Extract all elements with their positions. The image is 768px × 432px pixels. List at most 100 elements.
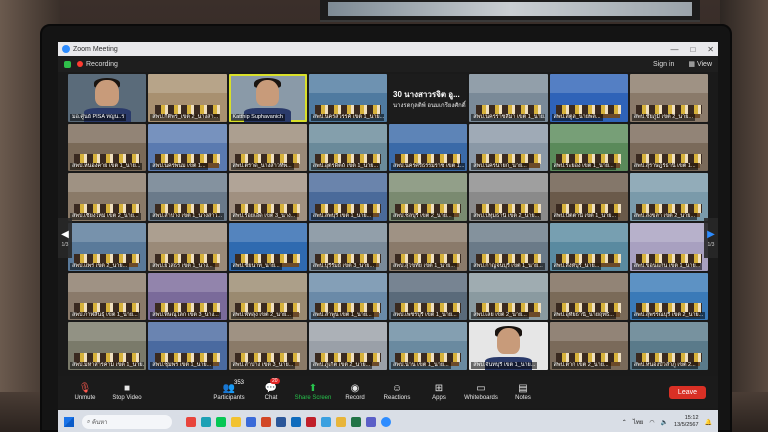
next-page-button[interactable]: ▶ 1/3 — [704, 218, 718, 258]
participant-video-tile[interactable]: สพป.สตูล_นายพล... — [549, 74, 628, 122]
participant-video-tile[interactable]: สพป.ลำปาง เขต 1_นางสาว... — [148, 173, 227, 221]
participant-name-label: สพป.ภูเก็ต เขต 2_นาย... — [310, 362, 373, 369]
leave-button[interactable]: Leave — [668, 385, 706, 399]
participant-video-tile[interactable]: สพป.นครพนม เขต 1... — [148, 123, 227, 172]
stop-video-button[interactable]: ■ Stop Video — [108, 378, 146, 406]
participant-video-tile[interactable]: สพป.น่าน เขต 1_นาย... — [389, 322, 468, 370]
participant-name-label: สพป.ชัยนาท_นาย... — [230, 262, 282, 270]
windows-start-icon[interactable] — [64, 417, 74, 427]
participant-video-tile[interactable]: สพป.กาญจนบุรี เขต 1_นาย... — [469, 223, 548, 271]
participant-video-tile[interactable]: สพป.สุโขทัย เขต 1_นาย... — [389, 223, 468, 271]
participant-video-tile[interactable]: สพป.นครศรีธรรมราช เขต 1... — [389, 123, 468, 172]
participant-video-tile[interactable]: สพป.อุทัยธานี_นายฤทธิ... — [549, 272, 628, 321]
wifi-icon[interactable]: ◠ — [649, 419, 654, 426]
maximize-button[interactable]: □ — [690, 45, 695, 54]
room-band — [148, 74, 227, 94]
participants-button[interactable]: 👥 353 Participants — [210, 378, 248, 406]
language-indicator[interactable]: ไทย — [633, 417, 644, 427]
participant-video-tile[interactable]: สพป.ระยอง เขต 1_นาย... — [549, 123, 628, 172]
participant-video-tile[interactable]: สพป.กาฬสินธุ์ เขต 1_นาย... — [68, 272, 147, 321]
notes-button[interactable]: ▤ Notes — [504, 378, 542, 406]
participant-video-tile[interactable]: สพป.พัทลุง เขต 2_นาย... — [228, 272, 307, 321]
participant-video-tile[interactable]: สพป.หนองคาย เขต 1_นาย... — [68, 123, 147, 172]
notes-icon: ▤ — [518, 383, 528, 394]
room-band — [68, 173, 147, 193]
participant-video-tile[interactable]: สพป.สุพรรณบุรี เขต 2_นาย... — [629, 272, 708, 321]
participant-video-tile[interactable]: สพป.ชลบุรี เขต 2_นาย... — [389, 173, 468, 221]
participant-video-tile[interactable]: สพป.สิงห์บุรี_นาย... — [549, 223, 628, 271]
participant-video-tile[interactable]: Katthip Suphavanich — [228, 74, 307, 122]
room-band — [629, 173, 708, 193]
chevron-up-icon[interactable]: ⌃ — [622, 419, 627, 426]
participant-video-tile[interactable]: สพป.หนองบัวลำภู เขต 2... — [629, 322, 708, 370]
chat-button[interactable]: 💬 20 Chat — [252, 378, 290, 406]
folder-icon[interactable] — [336, 417, 346, 427]
prev-page-button[interactable]: ◀ 1/3 — [58, 218, 72, 258]
participant-video-tile[interactable]: สพป.กิติพร_เขต 2_นางสา... — [148, 74, 227, 122]
chrome-icon[interactable] — [186, 417, 196, 427]
notification-icon[interactable]: 🔔 — [705, 419, 712, 426]
participant-video-tile[interactable]: สพป.มหาสารคาม เขต 1_นาย... — [68, 322, 147, 370]
participant-video-tile[interactable]: สพป.ปทุมธานี เขต 2_นาย... — [469, 173, 548, 221]
teams-icon[interactable] — [366, 417, 376, 427]
participant-video-tile[interactable]: สพป.ตราด_นางสาวทิพ... — [228, 123, 307, 172]
powerpoint-icon[interactable] — [261, 417, 271, 427]
participant-video-tile[interactable]: สพป.แพร่ เขต 2_นาย... — [68, 223, 147, 271]
participant-name-label: สพป.ร้อยเอ็ด เขต 3_นาง... — [230, 213, 298, 220]
whiteboards-button[interactable]: ▭ Whiteboards — [462, 378, 500, 406]
excel-icon[interactable] — [351, 417, 361, 427]
participant-video-tile[interactable]: สพป.สุราษฎร์ธานี เขต 1... — [629, 123, 708, 172]
room-band — [469, 123, 548, 143]
participant-video-tile[interactable]: สพป.ภูเก็ต เขต 2_นาย... — [308, 322, 387, 370]
zoom-icon[interactable] — [381, 417, 391, 427]
microphone-muted-icon: 🎙 — [78, 383, 92, 394]
volume-icon[interactable]: 🔈 — [661, 419, 668, 426]
participant-video-tile[interactable]: สพป.สงขลา เขต 2_นาย... — [629, 173, 708, 221]
sign-in-link[interactable]: Sign in — [653, 61, 674, 68]
file-explorer-icon[interactable] — [231, 417, 241, 427]
store-icon[interactable] — [246, 417, 256, 427]
edge-icon[interactable] — [201, 417, 211, 427]
participant-video-tile[interactable]: สพป.ยโสธร เขต 1_นาง... — [148, 223, 227, 271]
participant-video-tile[interactable]: สพป.อุตรดิตถ์ เขต 1_นาย... — [308, 123, 387, 172]
view-button[interactable]: ▦ View — [688, 60, 712, 68]
laptop-screen: Zoom Meeting — □ ✕ Recording Sign in ▦ V… — [58, 42, 718, 432]
line-icon[interactable] — [216, 417, 226, 427]
chevron-left-icon: ◀ — [61, 228, 69, 240]
outlook-icon[interactable] — [291, 417, 301, 427]
unmute-button[interactable]: 🎙 Unmute — [66, 378, 104, 406]
participant-video-tile[interactable]: สพป.เลย เขต 2_นาย... — [469, 272, 548, 321]
participant-video-tile[interactable]: สพป.นครสวรรค์ เขต 1_นาย... — [308, 74, 387, 122]
title-video-tile[interactable]: 30 นางสาวรจิต อู... นางรดกุลติพ์ อนมเกรีย… — [389, 74, 468, 122]
participant-video-tile[interactable]: สพป.ลำพูน เขต 1_นาย... — [308, 272, 387, 321]
participant-video-tile[interactable]: สพป.ลพบุรี เขต 1_นาย... — [308, 173, 387, 221]
share-screen-button[interactable]: ⬆ Share Screen — [294, 378, 332, 406]
security-shield-icon[interactable] — [64, 60, 71, 68]
participant-video-tile[interactable]: สพป.ชัยนาท_นาย... — [228, 223, 307, 271]
word-icon[interactable] — [276, 417, 286, 427]
close-button[interactable]: ✕ — [707, 45, 714, 54]
participant-video-tile[interactable]: สพป.บุรีรัมย์ เขต 3_นาย... — [308, 223, 387, 271]
participant-video-tile[interactable]: สพป.จันทบุรี เขต 1_นาย... — [469, 322, 548, 370]
reactions-button[interactable]: ☺ Reactions — [378, 378, 416, 406]
participant-video-tile[interactable]: สพป.เชียงใหม่ เขต 2_นาย... — [68, 173, 147, 221]
participant-video-tile[interactable]: สพป.ชุมพร เขต 1_นาย... — [148, 322, 227, 370]
participant-video-tile[interactable]: สพป.พิษณุโลก เขต 3_นาง... — [148, 272, 227, 321]
participant-video-tile[interactable]: มอ.ศูนย์ PISA ทญน..ร — [68, 74, 147, 122]
acrobat-icon[interactable] — [306, 417, 316, 427]
participant-video-tile[interactable]: สพป.นครนายก_นาย... — [469, 123, 548, 172]
participant-video-tile[interactable]: สพป.ขอนแก่น เขต 1_นาย... — [629, 223, 708, 271]
apps-button[interactable]: ⊞ Apps — [420, 378, 458, 406]
minimize-button[interactable]: — — [670, 45, 678, 54]
participant-video-tile[interactable]: สพป.ชัยภูมิ เขต 2_นาย... — [629, 74, 708, 122]
clock[interactable]: 15:12 13/5/2567 — [674, 415, 698, 429]
participant-video-tile[interactable]: สพป.ร้อยเอ็ด เขต 3_นาง... — [228, 173, 307, 221]
participant-video-tile[interactable]: สพป.ปัตตานี เขต 1_นาย... — [549, 173, 628, 221]
taskbar-search-input[interactable]: ⌕ ค้นหา — [82, 415, 172, 429]
participant-video-tile[interactable]: สพป.เพชรบุรี เขต 1_นาย... — [389, 272, 468, 321]
photos-icon[interactable] — [321, 417, 331, 427]
participant-video-tile[interactable]: สพป.ตาก เขต 2_นาย... — [549, 322, 628, 370]
participant-video-tile[interactable]: สพป.ลำปาง เขต 3_นาย... — [228, 322, 307, 370]
record-button[interactable]: ◉ Record — [336, 378, 374, 406]
participant-video-tile[interactable]: สพป.นครราชสีมา เขต 1_นาย... — [469, 74, 548, 122]
